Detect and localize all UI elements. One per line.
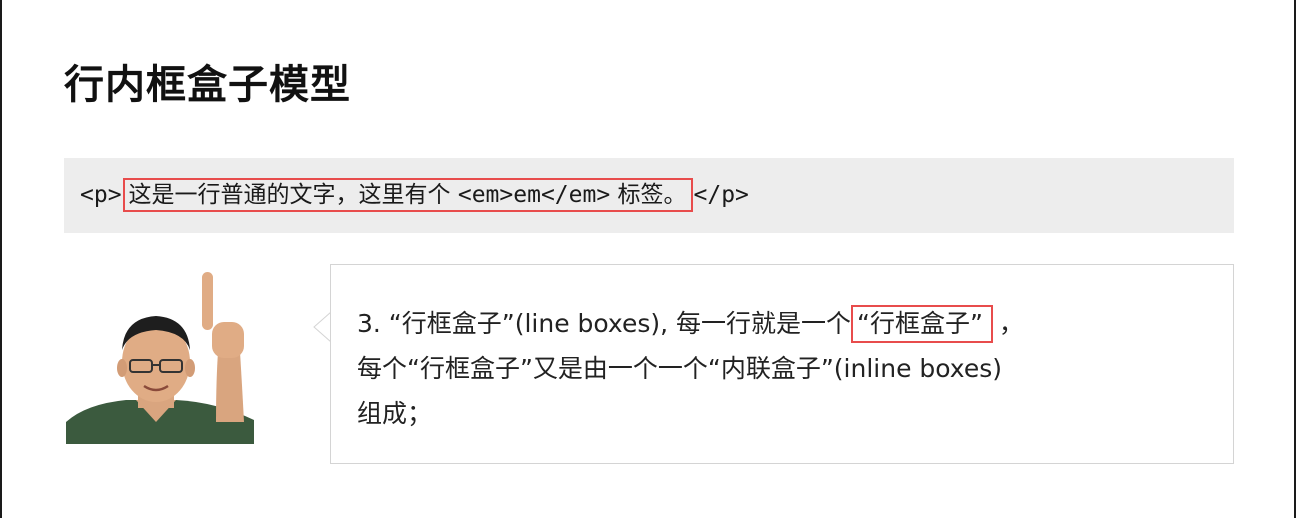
code-line: <p> 这是一行普通的文字，这里有个 <em>em</em> 标签。 </p>: [80, 178, 749, 212]
code-highlighted-text: 这是一行普通的文字，这里有个: [128, 182, 451, 208]
line-highlight-box: 这是一行普通的文字，这里有个 <em>em</em> 标签。: [122, 178, 693, 212]
presenter-avatar: [66, 272, 254, 444]
explanation-line-1: 3. “行框盒子”(line boxes), 每一行就是一个 “行框盒子”，: [357, 301, 1217, 346]
code-highlighted-tail: 标签。: [617, 182, 687, 208]
left-frame-border: [0, 0, 2, 518]
explanation-line-1-text: 3. “行框盒子”(line boxes), 每一行就是一个: [357, 309, 851, 338]
explanation-line-3: 组成；: [357, 399, 433, 428]
code-em-element: <em>em</em>: [457, 182, 611, 208]
code-example-box: <p> 这是一行普通的文字，这里有个 <em>em</em> 标签。 </p>: [64, 158, 1234, 233]
explanation-line-2: 每个“行框盒子”又是由一个一个“内联盒子”(inline boxes): [357, 354, 1002, 383]
explanation-line-1-punct: ，: [998, 309, 1024, 338]
code-close-tag: </p>: [693, 182, 749, 208]
slide-title: 行内框盒子模型: [64, 62, 351, 108]
code-open-tag: <p>: [80, 182, 122, 208]
explanation-text: 3. “行框盒子”(line boxes), 每一行就是一个 “行框盒子”， 每个…: [357, 301, 1217, 436]
speech-bubble: 3. “行框盒子”(line boxes), 每一行就是一个 “行框盒子”， 每个…: [330, 264, 1234, 464]
line-box-highlight: “行框盒子”: [851, 305, 993, 343]
